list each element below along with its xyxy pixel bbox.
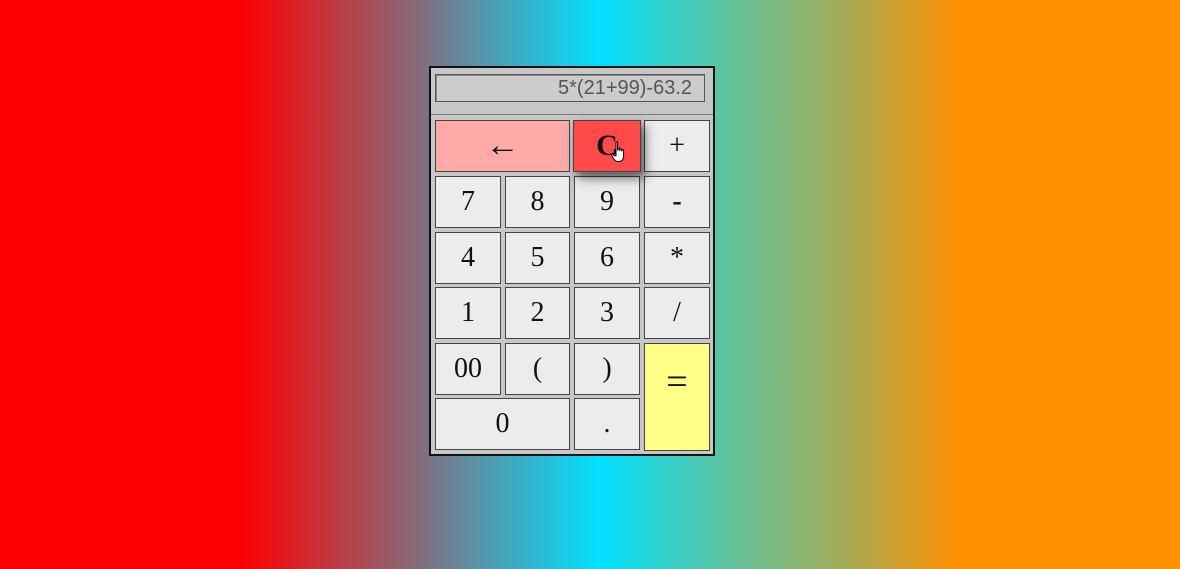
multiply-button[interactable]: *	[644, 232, 710, 284]
plus-button[interactable]: +	[644, 120, 710, 172]
decimal-button[interactable]: .	[574, 398, 640, 450]
calculator: 5*(21+99)-63.2 ← C + 7 8 9 - 4 5 6 * 1 2…	[429, 66, 715, 456]
display-field[interactable]: 5*(21+99)-63.2	[435, 74, 705, 102]
digit-4-button[interactable]: 4	[435, 232, 501, 284]
digit-0-button[interactable]: 0	[435, 398, 570, 450]
digit-9-button[interactable]: 9	[574, 176, 640, 228]
digit-8-button[interactable]: 8	[505, 176, 570, 228]
backspace-button[interactable]: ←	[435, 120, 570, 172]
hand-pointer-icon	[611, 141, 625, 162]
double-zero-button[interactable]: 00	[435, 343, 501, 395]
digit-7-button[interactable]: 7	[435, 176, 501, 228]
minus-button[interactable]: -	[644, 176, 710, 228]
clear-button[interactable]: C	[573, 120, 641, 172]
digit-1-button[interactable]: 1	[435, 287, 501, 339]
digit-5-button[interactable]: 5	[505, 232, 570, 284]
digit-6-button[interactable]: 6	[574, 232, 640, 284]
close-paren-button[interactable]: )	[574, 343, 640, 395]
digit-3-button[interactable]: 3	[574, 287, 640, 339]
digit-2-button[interactable]: 2	[505, 287, 570, 339]
divide-button[interactable]: /	[644, 287, 710, 339]
open-paren-button[interactable]: (	[505, 343, 570, 395]
divider	[431, 114, 713, 115]
equals-button[interactable]: =	[644, 343, 710, 451]
